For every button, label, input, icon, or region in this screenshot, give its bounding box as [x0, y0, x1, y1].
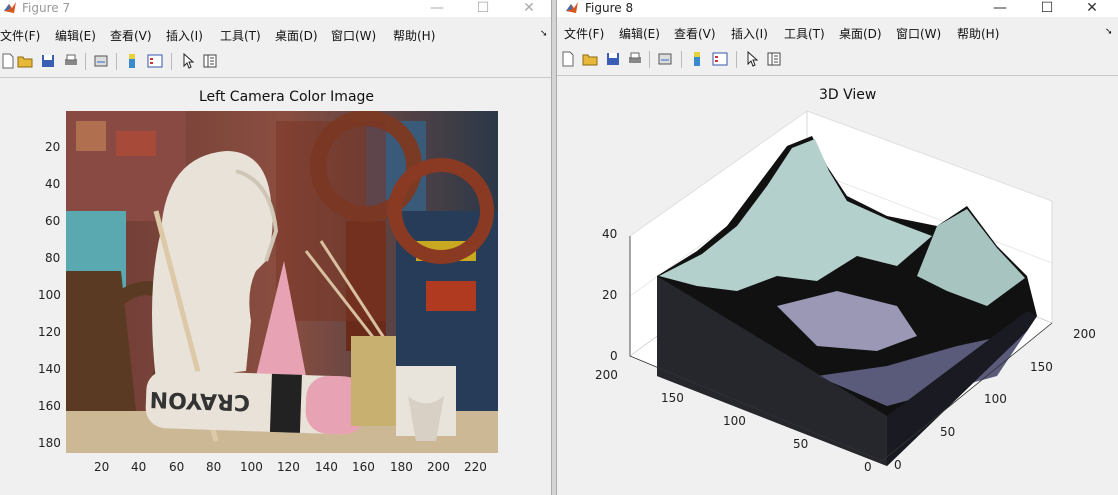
new-figure-icon[interactable]	[0, 53, 16, 69]
figure8-menubar: 文件(F) 编辑(E) 查看(V) 插入(I) 工具(T) 桌面(D) 窗口(W…	[557, 23, 1118, 44]
colorbar-icon[interactable]	[124, 53, 140, 69]
right-axis-tick-50: 50	[940, 425, 956, 439]
figure7-title: Figure 7	[22, 1, 71, 15]
x-tick-200: 200	[427, 460, 450, 474]
x-tick-220: 220	[464, 460, 487, 474]
camera-image[interactable]: CRAYON	[66, 111, 498, 453]
new-figure-icon[interactable]	[560, 51, 576, 67]
left-axis-tick-150: 150	[661, 391, 684, 405]
right-axis-tick-150: 150	[1030, 360, 1053, 374]
toolbar-separator	[116, 53, 117, 70]
property-editor-icon[interactable]	[766, 51, 782, 67]
close-button[interactable]: ✕	[506, 0, 551, 19]
surface-plot-3d[interactable]	[557, 76, 1118, 495]
y-tick-60: 60	[45, 214, 61, 228]
axes-title: Left Camera Color Image	[199, 89, 375, 105]
x-tick-40: 40	[131, 460, 147, 474]
legend-icon[interactable]	[712, 51, 728, 67]
open-file-icon[interactable]	[17, 53, 33, 69]
colorbar-icon[interactable]	[689, 51, 705, 67]
close-button[interactable]: ✕	[1069, 0, 1115, 19]
toolbar-separator	[649, 51, 650, 68]
matlab-icon	[566, 2, 578, 13]
left-axis-tick-100: 100	[723, 414, 746, 428]
left-axis-tick-50: 50	[793, 437, 809, 451]
toolbar-separator	[681, 51, 682, 68]
print-icon[interactable]	[627, 51, 643, 67]
figure8-title: Figure 8	[585, 1, 634, 15]
figure7-menubar: 文件(F) 编辑(E) 查看(V) 插入(I) 工具(T) 桌面(D) 窗口(W…	[0, 25, 551, 46]
menu-edit[interactable]: 编辑(E)	[619, 25, 660, 42]
x-tick-60: 60	[169, 460, 185, 474]
z-tick-20: 20	[602, 288, 618, 302]
menu-file[interactable]: 文件(F)	[564, 25, 604, 42]
y-tick-80: 80	[45, 251, 61, 265]
figure7-titlebar[interactable]: Figure 7 — ☐ ✕	[0, 0, 551, 17]
y-tick-120: 120	[38, 325, 61, 339]
minimize-button[interactable]: —	[977, 0, 1023, 19]
z-tick-40: 40	[602, 227, 618, 241]
link-plot-icon[interactable]	[657, 51, 673, 67]
y-tick-160: 160	[38, 399, 61, 413]
menu-window[interactable]: 窗口(W)	[331, 27, 376, 44]
save-icon[interactable]	[40, 53, 56, 69]
x-tick-120: 120	[277, 460, 300, 474]
toolbar-separator	[171, 53, 172, 70]
right-axis-tick-100: 100	[984, 392, 1007, 406]
x-tick-160: 160	[352, 460, 375, 474]
z-tick-0: 0	[610, 349, 618, 363]
matlab-icon	[4, 2, 16, 13]
y-tick-140: 140	[38, 362, 61, 376]
y-tick-100: 100	[38, 288, 61, 302]
menu-help[interactable]: 帮助(H)	[957, 25, 999, 42]
menubar-overflow-icon[interactable]: ➘	[1105, 27, 1113, 37]
menu-desktop[interactable]: 桌面(D)	[275, 27, 318, 44]
left-axis-tick-200: 200	[595, 368, 618, 382]
menu-view[interactable]: 查看(V)	[674, 25, 716, 42]
y-tick-180: 180	[38, 436, 61, 450]
maximize-button[interactable]: ☐	[1024, 0, 1070, 19]
x-tick-20: 20	[94, 460, 110, 474]
menu-edit[interactable]: 编辑(E)	[55, 27, 96, 44]
x-tick-140: 140	[315, 460, 338, 474]
menu-tools[interactable]: 工具(T)	[220, 27, 261, 44]
maximize-button[interactable]: ☐	[460, 0, 506, 19]
menu-insert[interactable]: 插入(I)	[731, 25, 768, 42]
left-axis-tick-0: 0	[864, 460, 872, 474]
link-plot-icon[interactable]	[93, 53, 109, 69]
figure8-window: Figure 8 — ☐ ✕ 文件(F) 编辑(E) 查看(V) 插入(I) 工…	[557, 0, 1118, 495]
toolbar-separator	[85, 53, 86, 70]
x-tick-180: 180	[390, 460, 413, 474]
property-editor-icon[interactable]	[202, 53, 218, 69]
legend-icon[interactable]	[147, 53, 163, 69]
right-axis-tick-0: 0	[894, 458, 902, 472]
menu-help[interactable]: 帮助(H)	[393, 27, 435, 44]
menu-insert[interactable]: 插入(I)	[166, 27, 203, 44]
y-tick-20: 20	[45, 140, 61, 154]
x-tick-80: 80	[206, 460, 222, 474]
menubar-overflow-icon[interactable]: ➘	[540, 29, 548, 39]
menu-desktop[interactable]: 桌面(D)	[839, 25, 882, 42]
minimize-button[interactable]: —	[414, 0, 460, 19]
crayon-label: CRAYON	[149, 386, 250, 414]
x-tick-100: 100	[240, 460, 263, 474]
right-axis-tick-200: 200	[1073, 327, 1096, 341]
figure7-toolbar	[0, 48, 551, 76]
pointer-icon[interactable]	[744, 51, 760, 67]
menu-view[interactable]: 查看(V)	[110, 27, 152, 44]
figure8-toolbar	[557, 46, 1118, 74]
menu-window[interactable]: 窗口(W)	[896, 25, 941, 42]
print-icon[interactable]	[63, 53, 79, 69]
figure7-window: Figure 7 — ☐ ✕ 文件(F) 编辑(E) 查看(V) 插入(I) 工…	[0, 0, 551, 495]
menu-file[interactable]: 文件(F)	[0, 27, 40, 44]
y-tick-40: 40	[45, 177, 61, 191]
figure8-titlebar[interactable]: Figure 8 — ☐ ✕	[557, 0, 1118, 17]
figure8-canvas: 3D View 40 20 0 200 150 100 50 0 200 150…	[557, 75, 1118, 495]
menu-tools[interactable]: 工具(T)	[784, 25, 825, 42]
pointer-icon[interactable]	[180, 53, 196, 69]
figure7-canvas: Left Camera Color Image CRAYON 20 40 60 …	[0, 77, 551, 495]
save-icon[interactable]	[605, 51, 621, 67]
toolbar-separator	[736, 51, 737, 68]
open-file-icon[interactable]	[582, 51, 598, 67]
